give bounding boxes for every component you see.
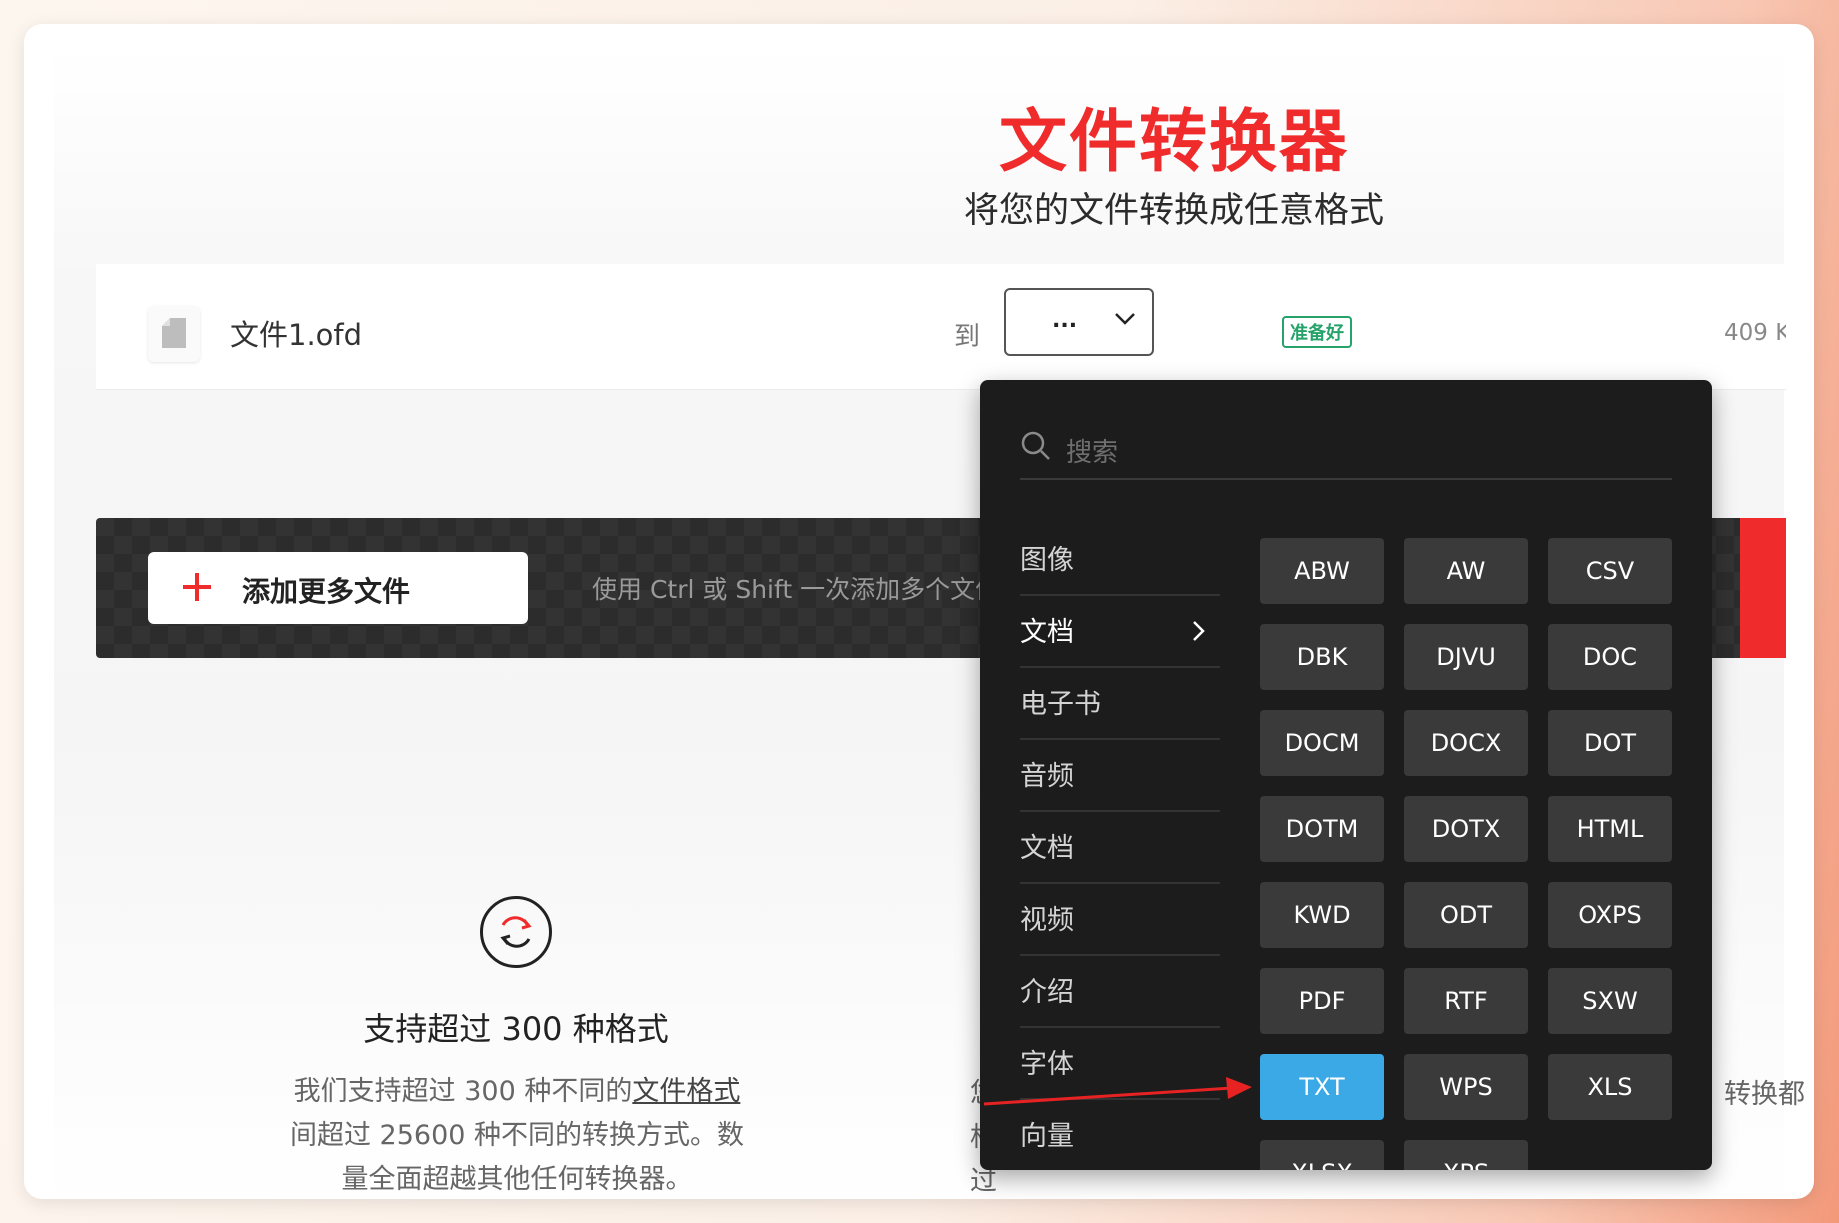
feature-desc-line3: 量全面超越其他任何转换器。 <box>341 1164 693 1195</box>
add-files-hint: 使用 Ctrl 或 Shift 一次添加多个文件 <box>592 575 1001 604</box>
file-row: 文件1.ofd 到 ... 准备好 409 KB <box>96 264 1814 390</box>
format-option-xls[interactable]: XLS <box>1548 1054 1672 1120</box>
feature-desc-prefix: 我们支持超过 300 种不同的 <box>293 1076 633 1107</box>
search-placeholder: 搜索 <box>1066 438 1119 468</box>
file-formats-link[interactable]: 文件格式 <box>632 1076 740 1107</box>
search-icon <box>1021 431 1050 460</box>
feature-description: 我们支持超过 300 种不同的文件格式 间超过 25600 种不同的转换方式。数… <box>282 1070 752 1199</box>
format-option-xps[interactable]: XPS <box>1404 1140 1528 1170</box>
category-label: 文档 <box>1020 833 1074 864</box>
format-option-kwd[interactable]: KWD <box>1260 882 1384 948</box>
format-option-sxw[interactable]: SXW <box>1548 968 1672 1034</box>
feature-desc-line2: 间超过 25600 种不同的转换方式。数 <box>289 1120 745 1151</box>
category-label: 图像 <box>1020 545 1074 576</box>
add-more-files-button[interactable]: 添加更多文件 <box>148 552 528 624</box>
format-option-html[interactable]: HTML <box>1548 796 1672 862</box>
format-option-txt[interactable]: TXT <box>1260 1054 1384 1120</box>
category-item[interactable]: 向量 <box>1020 1100 1220 1170</box>
format-option-csv[interactable]: CSV <box>1548 538 1672 604</box>
format-option-dotx[interactable]: DOTX <box>1404 796 1528 862</box>
right-edge <box>1786 254 1814 1154</box>
category-label: 字体 <box>1020 1049 1074 1080</box>
category-list: 图像 文档 电子书 音频 文档 视频 介绍 字体 向量 <box>1020 524 1220 1170</box>
format-option-oxps[interactable]: OXPS <box>1548 882 1672 948</box>
category-item[interactable]: 文档 <box>1020 812 1220 884</box>
page-subtitle: 将您的文件转换成任意格式 <box>963 191 1384 231</box>
category-item[interactable]: 音频 <box>1020 740 1220 812</box>
format-option-dbk[interactable]: DBK <box>1260 624 1384 690</box>
category-item[interactable]: 图像 <box>1020 524 1220 596</box>
category-item[interactable]: 介绍 <box>1020 956 1220 1028</box>
refresh-icon <box>480 896 552 968</box>
category-label: 音频 <box>1020 761 1074 792</box>
chevron-right-icon <box>1193 621 1205 641</box>
format-search[interactable]: 搜索 <box>1020 424 1672 480</box>
format-option-aw[interactable]: AW <box>1404 538 1528 604</box>
format-option-dotm[interactable]: DOTM <box>1260 796 1384 862</box>
category-label: 文档 <box>1020 617 1074 648</box>
format-option-doc[interactable]: DOC <box>1548 624 1672 690</box>
format-option-dot[interactable]: DOT <box>1548 710 1672 776</box>
page-title: 文件转换器 <box>998 103 1349 182</box>
format-option-rtf[interactable]: RTF <box>1404 968 1528 1034</box>
feature-title: 支持超过 300 种格式 <box>363 1010 669 1048</box>
category-item[interactable]: 文档 <box>1020 596 1220 668</box>
format-option-docm[interactable]: DOCM <box>1260 710 1384 776</box>
format-option-djvu[interactable]: DJVU <box>1404 624 1528 690</box>
format-select[interactable]: ... <box>1004 288 1154 356</box>
file-name: 文件1.ofd <box>230 318 363 352</box>
add-more-files-label: 添加更多文件 <box>242 575 411 608</box>
category-label: 视频 <box>1020 905 1074 936</box>
file-icon <box>148 306 200 362</box>
category-item[interactable]: 字体 <box>1020 1028 1220 1100</box>
format-option-abw[interactable]: ABW <box>1260 538 1384 604</box>
to-label: 到 <box>954 322 981 352</box>
format-option-xlsx[interactable]: XLSX <box>1260 1140 1384 1170</box>
feature-desc-partial-right: 转换都 <box>1724 1079 1805 1110</box>
category-item[interactable]: 视频 <box>1020 884 1220 956</box>
plus-icon <box>183 573 211 601</box>
category-label: 电子书 <box>1020 689 1101 720</box>
format-select-value: ... <box>1052 308 1078 333</box>
format-option-docx[interactable]: DOCX <box>1404 710 1528 776</box>
status-badge: 准备好 <box>1282 316 1352 348</box>
chevron-down-icon <box>1115 313 1135 325</box>
category-label: 介绍 <box>1020 977 1074 1008</box>
category-label: 向量 <box>1020 1121 1074 1152</box>
format-option-pdf[interactable]: PDF <box>1260 968 1384 1034</box>
format-dropdown-panel: 搜索 图像 文档 电子书 音频 文档 视频 介绍 字体 向量 ABW AW CSV DBK DJVU DO… <box>980 380 1712 1170</box>
category-item[interactable]: 电子书 <box>1020 668 1220 740</box>
format-option-wps[interactable]: WPS <box>1404 1054 1528 1120</box>
format-option-odt[interactable]: ODT <box>1404 882 1528 948</box>
